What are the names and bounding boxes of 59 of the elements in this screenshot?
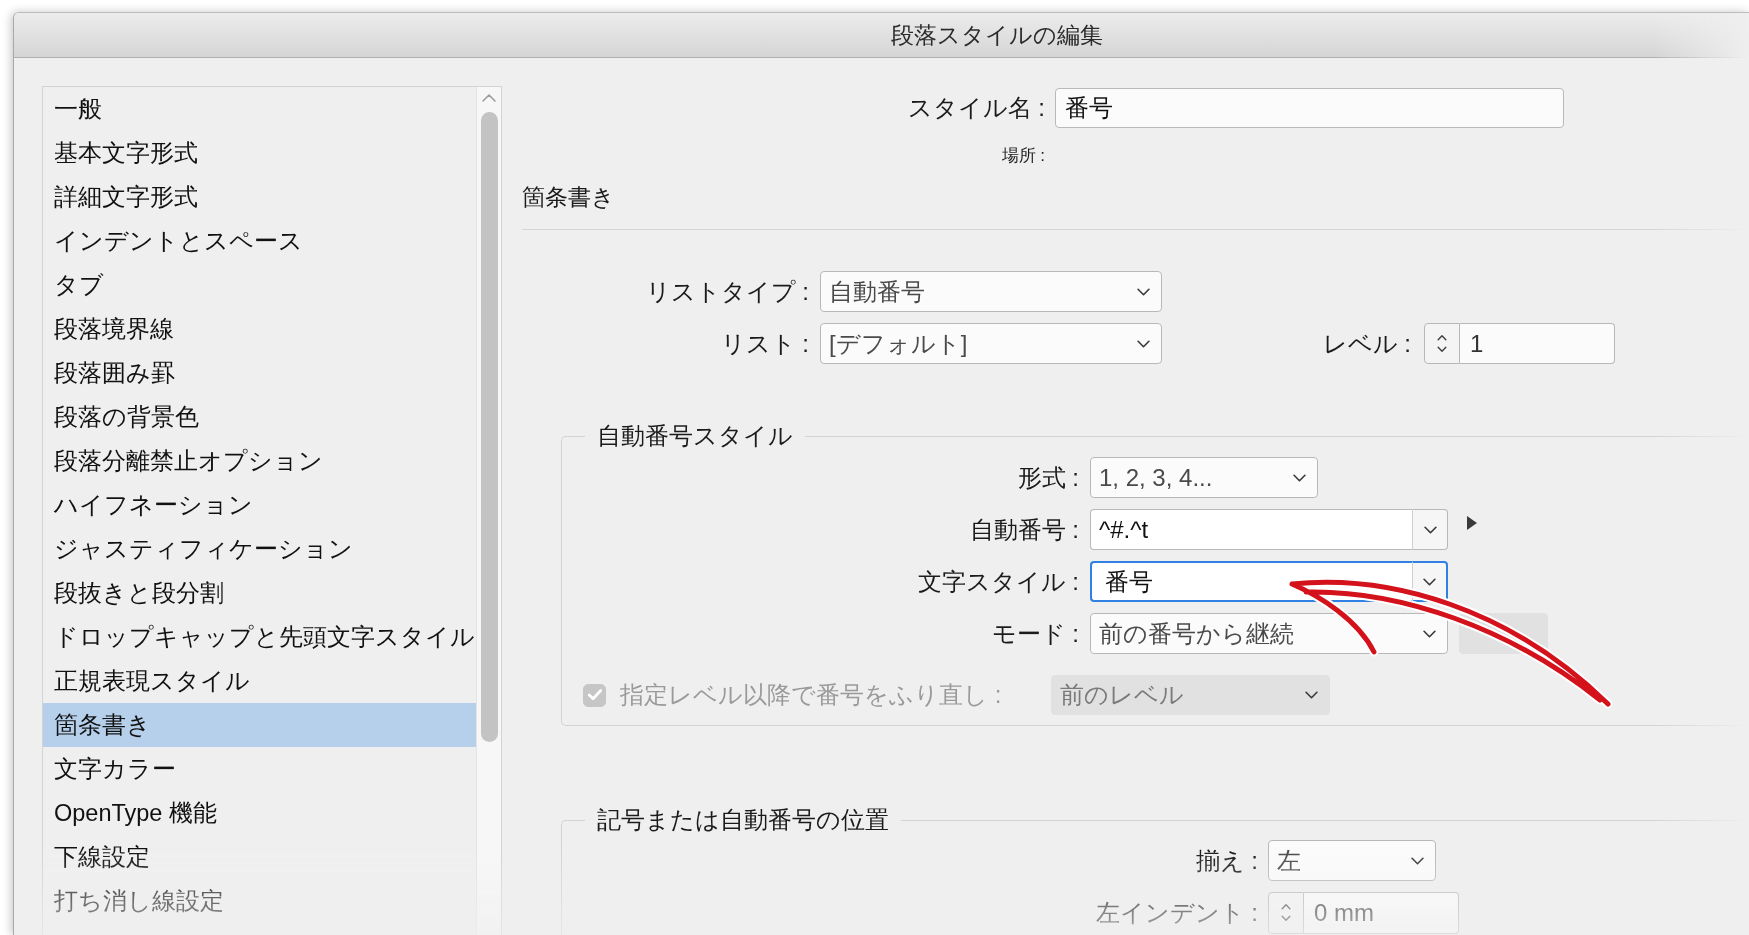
chevron-down-icon (1411, 856, 1424, 865)
stepper-arrows-icon (1436, 332, 1448, 355)
sidebar-item[interactable]: ドロップキャップと先頭文字スタイル (43, 615, 476, 659)
field-label: 揃え : (1195, 845, 1258, 876)
chevron-down-icon (1423, 577, 1436, 586)
sidebar-item[interactable]: タブ (43, 263, 476, 307)
dropdown[interactable]: 前の番号から継続 (1090, 613, 1448, 654)
field-label: 文字スタイル : (917, 566, 1079, 597)
checkmark-icon (587, 689, 602, 701)
sidebar-item[interactable]: 段落の背景色 (43, 395, 476, 439)
sidebar-item[interactable]: 基本文字形式 (43, 131, 476, 175)
sidebar-item[interactable]: 段落囲み罫 (43, 351, 476, 395)
window-title: 段落スタイルの編集 (890, 20, 1103, 50)
chevron-up-icon[interactable] (482, 94, 496, 102)
field-label: リストタイプ : (645, 276, 809, 307)
scrollbar-thumb[interactable] (480, 112, 498, 742)
sidebar-item[interactable]: ジャスティフィケーション (43, 527, 476, 571)
sidebar-item[interactable]: OpenType 機能 (43, 791, 476, 835)
location-label: 場所 : (1001, 146, 1045, 166)
field-label: 左インデント : (1095, 897, 1258, 928)
checkbox-label: 指定レベル以降で番号をふり直し : (620, 680, 1003, 710)
sidebar-item[interactable]: 正規表現スタイル (43, 659, 476, 703)
style-name-field[interactable]: 番号 (1055, 88, 1564, 128)
chevron-down-icon (1137, 287, 1150, 296)
sidebar-item[interactable]: 段抜きと段分割 (43, 571, 476, 615)
sidebar-item[interactable]: 段落境界線 (43, 307, 476, 351)
section-title: 箇条書き (522, 183, 615, 212)
group-title: 記号または自動番号の位置 (597, 805, 889, 835)
sidebar-item[interactable]: 詳細文字形式 (43, 175, 476, 219)
chevron-down-icon (1293, 473, 1306, 482)
text-field[interactable]: ^#.^t (1090, 509, 1412, 550)
dropdown[interactable]: 1, 2, 3, 4... (1090, 457, 1318, 498)
chevron-down-icon (1423, 525, 1437, 534)
dropdown[interactable]: [デフォルト] (820, 323, 1162, 364)
triangle-right-icon[interactable] (1467, 515, 1477, 530)
chevron-down-icon (1137, 339, 1150, 348)
sidebar-item[interactable]: 一般 (43, 87, 476, 131)
field-label: 形式 : (1017, 462, 1079, 493)
stepper-arrows-icon (1280, 901, 1292, 924)
number-field[interactable]: 1 (1460, 323, 1615, 364)
sidebar-item[interactable]: 下線設定 (43, 835, 476, 879)
chevron-down-icon (1305, 691, 1318, 699)
sidebar-item[interactable]: 文字カラー (43, 747, 476, 791)
sidebar-item[interactable]: インデントとスペース (43, 219, 476, 263)
sidebar-item[interactable]: 段落分離禁止オプション (43, 439, 476, 483)
field-label: スタイル名 : (907, 93, 1045, 123)
chevron-down-icon (1423, 629, 1436, 638)
group-title: 自動番号スタイル (597, 421, 793, 451)
field-label: モード : (991, 618, 1079, 649)
dropdown[interactable]: 自動番号 (820, 271, 1162, 312)
stepper-button[interactable] (1424, 323, 1460, 364)
field-label: リスト : (720, 328, 809, 359)
stepper-button[interactable] (1268, 891, 1304, 934)
field-label: 自動番号 : (969, 514, 1079, 545)
dropdown[interactable]: 左 (1268, 840, 1436, 881)
sidebar-item[interactable]: 打ち消し線設定 (43, 879, 476, 923)
sidebar-item[interactable]: 箇条書き (43, 703, 476, 747)
field-label: レベル : (1322, 328, 1411, 359)
sidebar-item[interactable]: ハイフネーション (43, 483, 476, 527)
